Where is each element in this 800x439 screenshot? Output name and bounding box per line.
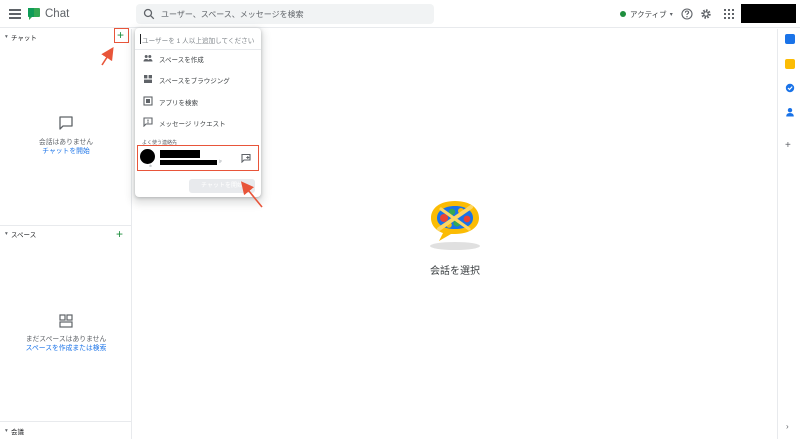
chat-empty-text: 会話はありません [38, 139, 94, 146]
chat-logo-icon [28, 8, 40, 20]
calendar-icon[interactable] [785, 34, 795, 44]
meetings-section-label: 会議 [11, 429, 24, 436]
new-chat-plus-icon: + [117, 28, 125, 42]
new-chat-dropdown: ユーザーを 1 人以上追加してください スペースを作成 スペースをブラウジング … [135, 28, 261, 197]
status-selector[interactable]: アクティブ ▾ [620, 8, 673, 20]
create-space-label: スペースを作成 [159, 57, 204, 64]
add-space-button[interactable]: + [116, 228, 123, 240]
contacts-icon[interactable] [785, 107, 795, 117]
select-conversation-title: 会話を選択 [430, 266, 480, 277]
start-chat-button[interactable]: チャットを開始 [189, 179, 255, 193]
contact-name-redacted [160, 150, 200, 158]
search-bar[interactable]: ユーザー、スペース、メッセージを検索 [136, 4, 434, 24]
create-space-item[interactable]: スペースを作成 [135, 48, 261, 68]
expand-panel-chevron-icon[interactable]: › [786, 422, 789, 431]
start-chat-icon[interactable] [241, 153, 251, 163]
new-chat-button-highlight[interactable]: + [114, 28, 129, 43]
frequent-contact-row[interactable]: ⊕ jp [137, 145, 259, 171]
section-divider [0, 421, 132, 422]
message-requests-item[interactable]: メッセージ リクエスト [135, 112, 261, 132]
contact-status-glyph: ⊕ [149, 164, 152, 168]
spaces-grid-icon [59, 314, 73, 328]
contact-email-redacted [160, 160, 217, 165]
collapse-icon: ▾ [5, 428, 8, 434]
group-add-icon [143, 55, 153, 62]
find-apps-item[interactable]: アプリを検索 [135, 91, 261, 111]
gear-icon[interactable] [700, 8, 712, 20]
add-people-input[interactable]: ユーザーを 1 人以上追加してください [135, 28, 261, 50]
keep-icon[interactable] [785, 59, 795, 69]
chat-section-label: チャット [11, 35, 37, 42]
top-bar: Chat ユーザー、スペース、メッセージを検索 アクティブ ▾ [0, 0, 800, 28]
left-sidebar: ▾ チャット 会話はありません チャットを開始 ▾ スペース + まだスペースは… [0, 29, 132, 439]
spaces-section-header[interactable]: ▾ スペース [0, 227, 132, 241]
tasks-icon[interactable] [785, 83, 795, 93]
browse-spaces-label: スペースをブラウジング [159, 78, 230, 85]
search-placeholder: ユーザー、スペース、メッセージを検索 [161, 10, 304, 19]
collapse-icon: ▾ [5, 34, 8, 40]
section-divider [0, 225, 132, 226]
meetings-section-header[interactable]: ▾ 会議 [0, 424, 132, 438]
search-icon [143, 8, 155, 20]
text-cursor [140, 34, 141, 44]
side-panel-rail: + › [777, 29, 800, 439]
apps-search-icon [143, 96, 153, 106]
app-title: Chat [45, 8, 70, 20]
browse-spaces-item[interactable]: スペースをブラウジング [135, 69, 261, 89]
browse-spaces-icon [144, 75, 152, 83]
add-addon-button[interactable]: + [785, 140, 791, 151]
spaces-empty-text: まだスペースはありません [25, 336, 107, 343]
add-people-placeholder: ユーザーを 1 人以上追加してください [142, 38, 255, 45]
spaces-empty-state: まだスペースはありません スペースを作成または検索 [0, 314, 132, 353]
chat-empty-state: 会話はありません チャットを開始 [0, 115, 132, 156]
contact-avatar-redacted [140, 149, 155, 164]
contact-email-suffix: jp [219, 159, 222, 163]
active-status-dot [620, 11, 626, 17]
start-chat-link[interactable]: チャットを開始 [0, 147, 132, 156]
spaces-section-label: スペース [11, 232, 37, 239]
message-request-icon [143, 117, 153, 127]
collapse-icon: ▾ [5, 231, 8, 237]
create-or-find-space-link[interactable]: スペースを作成または検索 [0, 344, 132, 353]
help-icon[interactable] [681, 8, 693, 20]
google-apps-icon[interactable] [724, 9, 734, 19]
chat-section-header[interactable]: ▾ チャット [0, 30, 132, 44]
main-menu-icon[interactable] [9, 9, 21, 19]
message-requests-label: メッセージ リクエスト [159, 121, 226, 128]
chevron-down-icon: ▾ [669, 11, 673, 18]
select-conversation-illustration [430, 201, 480, 250]
find-apps-label: アプリを検索 [159, 100, 198, 107]
account-avatar-redacted[interactable] [741, 4, 796, 23]
chat-bubble-icon [59, 116, 73, 130]
status-label: アクティブ [630, 9, 667, 19]
